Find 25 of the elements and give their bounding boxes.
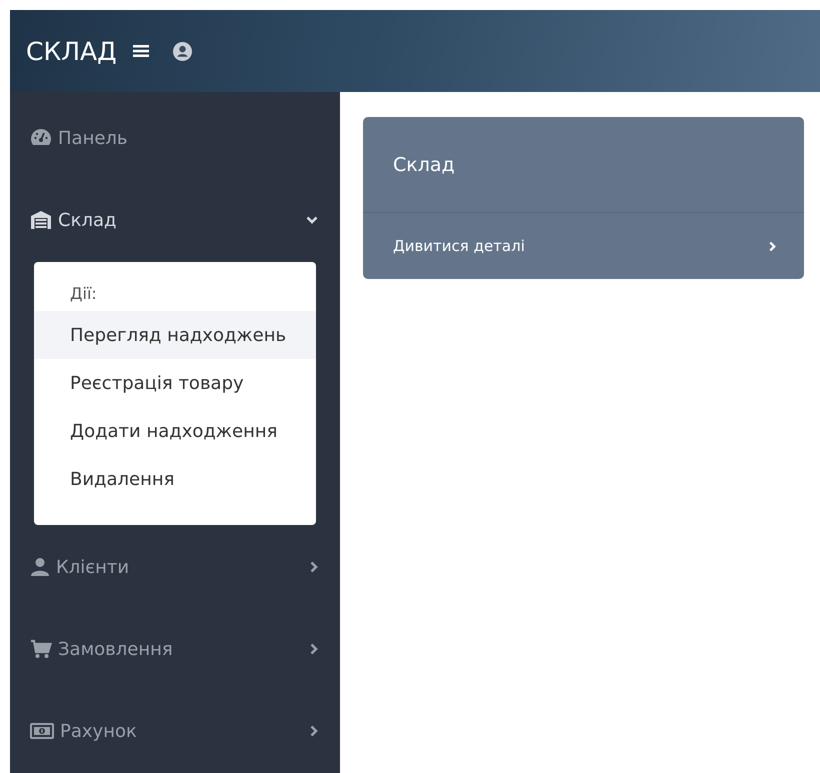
chevron-right-icon xyxy=(310,643,318,655)
details-link[interactable]: Дивитися деталі xyxy=(363,213,804,279)
submenu-item[interactable]: Додати надходження xyxy=(34,407,316,455)
gauge-icon xyxy=(30,128,52,148)
chevron-right-icon xyxy=(769,240,776,252)
money-icon xyxy=(30,723,54,739)
sidebar-item[interactable]: Склад xyxy=(10,200,340,240)
sidebar-item[interactable]: Замовлення xyxy=(10,629,340,669)
menu-icon[interactable] xyxy=(132,44,149,58)
cart-icon xyxy=(30,639,52,659)
brand-title: СКЛАД xyxy=(26,36,117,66)
user-icon xyxy=(30,557,50,577)
chevron-down-icon xyxy=(306,216,318,224)
chevron-right-icon xyxy=(310,561,318,573)
card-title: Склад xyxy=(363,117,804,213)
sidebar-item[interactable]: Панель xyxy=(10,118,340,158)
user-icon[interactable] xyxy=(172,42,192,60)
submenu-item[interactable]: Реєстрація товару xyxy=(34,359,316,407)
submenu-item[interactable]: Видалення xyxy=(34,455,316,503)
submenu-heading: Дії: xyxy=(69,283,98,305)
submenu-item[interactable]: Перегляд надходжень xyxy=(34,311,316,359)
chevron-right-icon xyxy=(310,725,318,737)
sidebar-item[interactable]: Клієнти xyxy=(10,547,340,587)
sidebar-item[interactable]: Рахунок xyxy=(10,711,340,751)
warehouse-icon xyxy=(30,210,52,230)
